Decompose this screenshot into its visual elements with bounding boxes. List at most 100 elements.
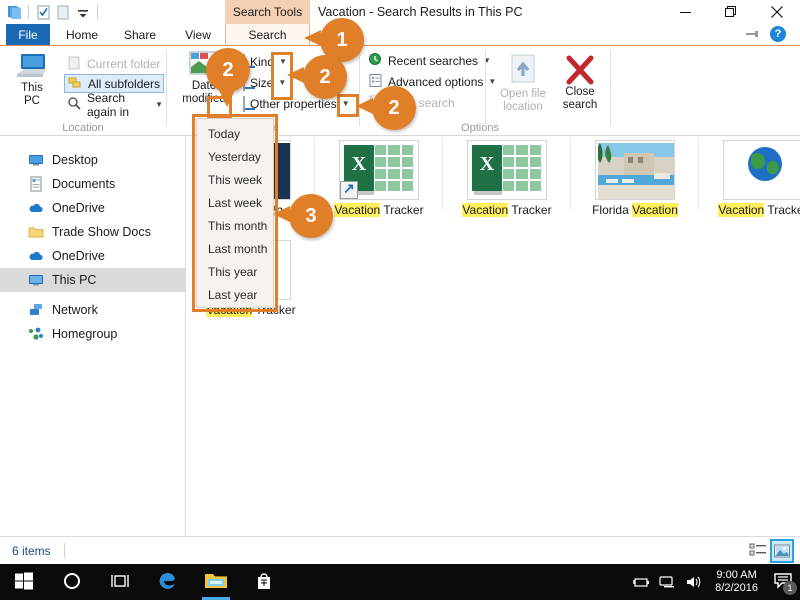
- this-pc-icon: [28, 272, 44, 288]
- file-explorer-button[interactable]: [192, 564, 240, 600]
- sidebar-label: Trade Show Docs: [52, 225, 151, 239]
- subfolders-icon: [68, 75, 83, 93]
- close-search-label-line1: Close: [565, 86, 595, 98]
- task-view-button[interactable]: [96, 564, 144, 600]
- file-item[interactable]: X Vacation Tracker: [314, 140, 444, 217]
- sidebar-item-this-pc[interactable]: This PC: [0, 268, 185, 292]
- qat-separator-2: [97, 5, 98, 19]
- clock-time: 9:00 AM: [716, 569, 757, 581]
- file-label-suffix: Tracker: [767, 203, 800, 217]
- start-button[interactable]: [0, 564, 48, 600]
- other-properties-button[interactable]: Other properties ▼: [243, 96, 350, 112]
- tab-file[interactable]: File: [6, 24, 50, 46]
- minimize-button[interactable]: [662, 0, 708, 24]
- sidebar-label: OneDrive: [52, 201, 105, 215]
- window-controls[interactable]: [662, 0, 800, 24]
- store-button[interactable]: [240, 564, 288, 600]
- onedrive-icon: [28, 200, 44, 216]
- status-bar: 6 items: [0, 536, 800, 564]
- open-file-location-label-line1: Open file: [499, 88, 547, 100]
- callout-number: 3: [305, 204, 317, 227]
- shortcut-arrow-icon: [340, 180, 358, 199]
- ribbon-group-location-label: Location: [62, 122, 104, 134]
- desktop-icon: [28, 152, 44, 168]
- file-label: Florida Vacation: [570, 203, 700, 217]
- file-label-highlight: Vacation: [462, 203, 509, 217]
- nav-pane-scrollbar[interactable]: [178, 136, 186, 396]
- sidebar-item-trade-show-docs[interactable]: Trade Show Docs: [0, 220, 185, 244]
- sidebar-item-network[interactable]: Network: [0, 298, 185, 322]
- ribbon-group-location: This PC Current folder All subfolders Se…: [0, 46, 166, 136]
- recent-searches-icon: [368, 52, 383, 70]
- large-icons-view-button[interactable]: [770, 539, 794, 563]
- cortana-button[interactable]: [48, 564, 96, 600]
- excel-icon: X: [467, 140, 547, 200]
- help-icon[interactable]: ?: [770, 26, 786, 42]
- chevron-down-icon[interactable]: ▼: [155, 100, 163, 109]
- notification-badge: 1: [783, 581, 797, 595]
- this-pc-icon: [17, 54, 47, 77]
- file-item[interactable]: Florida Vacation: [570, 140, 700, 217]
- advanced-options-icon: [368, 73, 383, 91]
- callout-2-other-properties: 2: [356, 86, 416, 130]
- sidebar-item-documents[interactable]: Documents: [0, 172, 185, 196]
- group-separator-3: [485, 50, 486, 126]
- sidebar-label: Homegroup: [52, 327, 118, 341]
- battery-icon[interactable]: [629, 564, 655, 600]
- this-pc-button-label-line1: This: [21, 82, 43, 94]
- quick-access-toolbar[interactable]: [4, 2, 102, 22]
- network-icon: [28, 302, 44, 318]
- sidebar-item-onedrive-2[interactable]: OneDrive: [0, 244, 185, 268]
- sidebar-label: Documents: [52, 177, 116, 191]
- view-buttons[interactable]: [748, 539, 794, 563]
- edge-button[interactable]: [144, 564, 192, 600]
- network-icon[interactable]: [655, 564, 681, 600]
- close-button[interactable]: [754, 0, 800, 24]
- this-pc-button[interactable]: This PC: [6, 52, 58, 108]
- search-again-in-button[interactable]: Search again in ▼: [64, 91, 166, 119]
- search-again-in-label: Search again in: [87, 90, 130, 119]
- recent-searches-button[interactable]: Recent searches ▼: [368, 52, 491, 70]
- tab-share[interactable]: Share: [114, 24, 166, 46]
- file-item[interactable]: X Vacation Tracker: [442, 140, 572, 217]
- open-file-location-button[interactable]: Open file location: [492, 54, 554, 114]
- file-item[interactable]: Vacation Tracker: [698, 140, 800, 217]
- sidebar-item-desktop[interactable]: Desktop: [0, 148, 185, 172]
- sidebar-item-homegroup[interactable]: Homegroup: [0, 322, 185, 346]
- taskbar-buttons: [0, 564, 288, 600]
- customize-qat-icon[interactable]: [73, 2, 93, 22]
- file-list-pane[interactable]: Vacation Ph X Vacation Tracker X: [186, 136, 800, 536]
- photo-icon: [595, 140, 675, 200]
- file-label-highlight: Vacation: [334, 203, 381, 217]
- current-folder-button[interactable]: Current folder: [64, 54, 163, 73]
- volume-icon[interactable]: [681, 564, 707, 600]
- file-label-suffix: Tracker: [508, 203, 552, 217]
- group-separator-4: [610, 50, 611, 126]
- file-label-prefix: Florida: [592, 203, 633, 217]
- system-tray: 9:00 AM 8/2/2016 1: [629, 564, 800, 600]
- excel-shortcut-icon: X: [339, 140, 419, 200]
- callout-3-menu: 3: [273, 194, 333, 238]
- notification-center-button[interactable]: 1: [766, 564, 800, 600]
- close-search-button[interactable]: Close search: [556, 54, 604, 112]
- ribbon-tab-strip: File Home Share View Search: [0, 24, 800, 46]
- other-properties-label: Other properties: [250, 97, 337, 111]
- tab-view[interactable]: View: [176, 24, 220, 46]
- taskbar-clock[interactable]: 9:00 AM 8/2/2016: [707, 569, 766, 595]
- file-label: Vacation Tracker: [698, 203, 800, 217]
- homegroup-icon: [28, 326, 44, 342]
- explorer-icon[interactable]: [4, 2, 24, 22]
- pin-ribbon-icon[interactable]: [744, 26, 760, 42]
- properties-icon[interactable]: [33, 2, 53, 22]
- tab-search[interactable]: Search: [225, 24, 310, 46]
- details-view-button[interactable]: [748, 541, 768, 561]
- new-folder-icon[interactable]: [53, 2, 73, 22]
- maximize-button[interactable]: [708, 0, 754, 24]
- task-view-icon: [109, 571, 131, 594]
- all-subfolders-label: All subfolders: [88, 76, 161, 91]
- sidebar-item-onedrive[interactable]: OneDrive: [0, 196, 185, 220]
- qat-separator: [28, 5, 29, 19]
- close-search-label-line2: search: [562, 99, 598, 111]
- edge-icon: [157, 570, 179, 595]
- tab-home[interactable]: Home: [58, 24, 106, 46]
